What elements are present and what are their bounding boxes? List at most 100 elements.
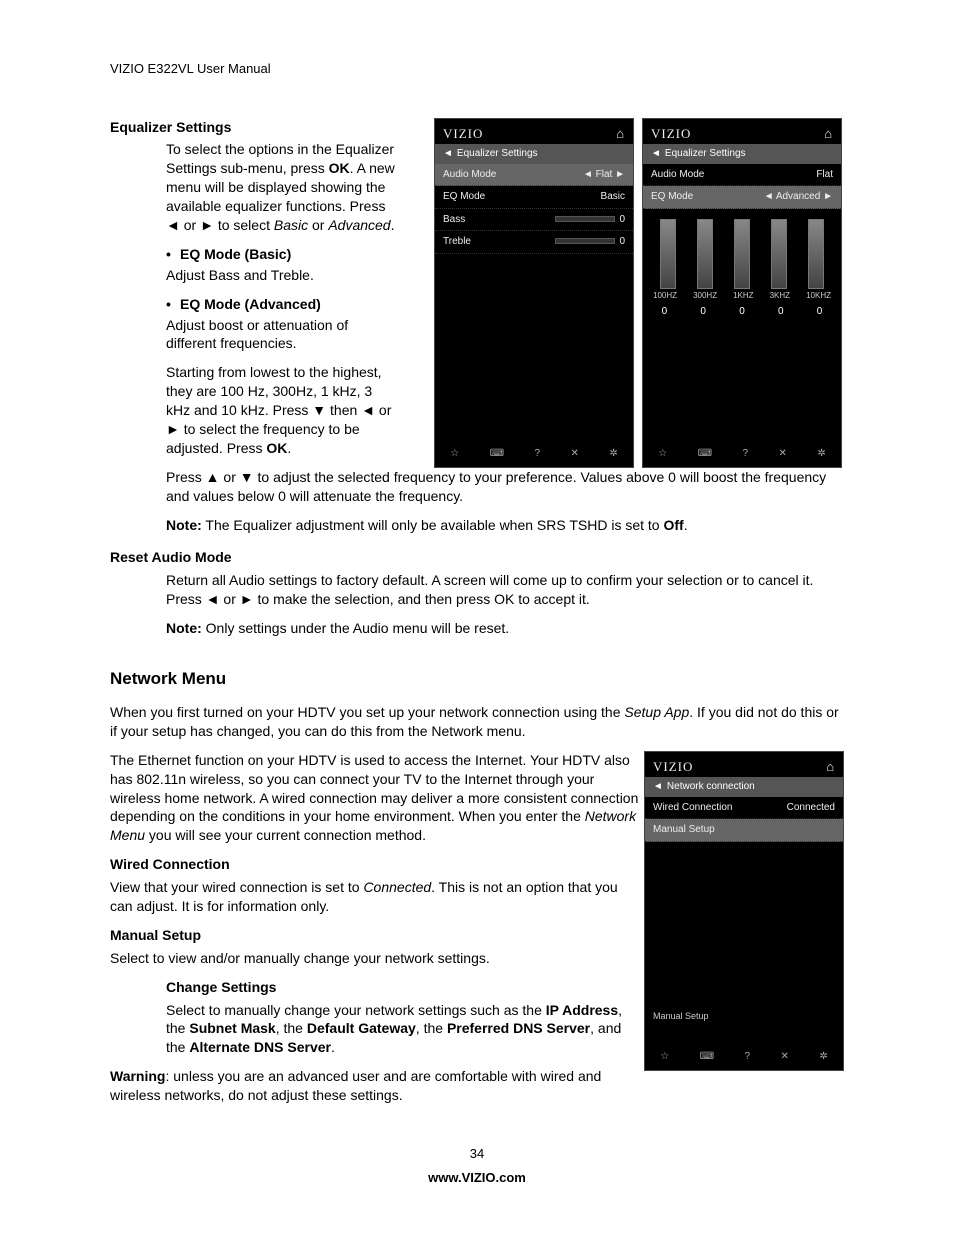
network-menu-heading: Network Menu <box>110 668 844 691</box>
text: you will see your current connection met… <box>145 827 426 843</box>
row-value: Flat <box>596 169 613 180</box>
ok-label: OK <box>329 160 350 176</box>
advanced-label: Advanced <box>328 217 390 233</box>
doc-header: VIZIO E322VL User Manual <box>110 60 844 78</box>
text: When you first turned on your HDTV you s… <box>110 704 624 720</box>
connected-label: Connected <box>363 879 431 895</box>
reset-audio-heading: Reset Audio Mode <box>110 548 844 567</box>
row-label: Treble <box>443 235 471 249</box>
note-label: Note: <box>166 517 202 533</box>
row-label: Audio Mode <box>443 168 496 182</box>
eq-mode-advanced-heading: EQ Mode (Advanced) <box>110 295 400 314</box>
text: . <box>331 1039 335 1055</box>
close-icon: ✕ <box>779 447 787 461</box>
ok-label: OK <box>266 440 287 456</box>
close-icon: ✕ <box>571 447 579 461</box>
reset-text: Return all Audio settings to factory def… <box>110 571 844 609</box>
screenshot-group-equalizer: VIZIO ⌂ ◄ Equalizer Settings Audio Mode ◄ F… <box>434 118 844 468</box>
right-caret-icon: ► <box>615 169 625 180</box>
eq-mode-advanced-text1: Adjust boost or attenuation of different… <box>110 316 400 354</box>
left-caret-icon: ◄ <box>764 191 774 202</box>
row-value: Basic <box>601 190 625 204</box>
close-icon: ✕ <box>781 1050 789 1064</box>
warning-label: Warning <box>110 1068 165 1084</box>
back-icon: ◄ <box>443 147 453 161</box>
text: , the <box>276 1020 307 1036</box>
row-label: Audio Mode <box>651 168 704 182</box>
freq-value: 0 <box>662 305 668 319</box>
home-icon: ⌂ <box>826 758 835 776</box>
eq-wrap-text: Press ▲ or ▼ to adjust the selected freq… <box>110 468 844 506</box>
gear-icon: ✲ <box>819 1050 827 1064</box>
change-settings-heading: Change Settings <box>110 978 640 997</box>
eq-note: Note: The Equalizer adjustment will only… <box>110 516 844 535</box>
row-value: Advanced <box>776 191 820 202</box>
freq-value: 0 <box>778 305 784 319</box>
eq-bar <box>771 219 787 289</box>
note-label: Note: <box>166 620 202 636</box>
text: . <box>684 517 688 533</box>
row-value: Connected <box>787 801 835 815</box>
screenshot-network: VIZIO⌂ ◄Network connection Wired Connect… <box>644 751 844 1071</box>
text: or <box>308 217 328 233</box>
freq-label: 300HZ <box>693 291 717 302</box>
row-value: 0 <box>619 236 625 247</box>
text: . <box>287 440 291 456</box>
submenu-title: Network connection <box>667 780 755 794</box>
help-icon: ? <box>535 447 541 461</box>
gear-icon: ✲ <box>817 447 825 461</box>
text: . <box>391 217 395 233</box>
keyboard-icon: ⌨ <box>490 447 504 461</box>
freq-value: 0 <box>739 305 745 319</box>
site-url: www.VIZIO.com <box>110 1169 844 1187</box>
row-value: Flat <box>816 168 833 182</box>
vizio-logo: VIZIO <box>651 125 691 143</box>
vizio-logo: VIZIO <box>443 125 483 143</box>
default-gateway-label: Default Gateway <box>307 1020 416 1036</box>
row-label: Manual Setup <box>653 823 715 837</box>
text: : unless you are an advanced user and ar… <box>110 1068 601 1103</box>
basic-label: Basic <box>274 217 308 233</box>
eq-mode-basic-text: Adjust Bass and Treble. <box>110 266 400 285</box>
submenu-title: Equalizer Settings <box>665 147 746 161</box>
freq-value: 0 <box>700 305 706 319</box>
freq-label: 3KHZ <box>770 291 790 302</box>
eq-mode-basic-heading: EQ Mode (Basic) <box>110 245 400 264</box>
wired-text: View that your wired connection is set t… <box>110 878 640 916</box>
star-icon: ☆ <box>450 447 459 461</box>
freq-value: 0 <box>817 305 823 319</box>
text: Only settings under the Audio menu will … <box>202 620 509 636</box>
text: Select to manually change your network s… <box>166 1002 546 1018</box>
equalizer-settings-heading: Equalizer Settings <box>110 118 400 137</box>
star-icon: ☆ <box>660 1050 669 1064</box>
manual-setup-heading: Manual Setup <box>110 926 640 945</box>
manual-text: Select to view and/or manually change yo… <box>110 949 640 968</box>
preferred-dns-label: Preferred DNS Server <box>447 1020 590 1036</box>
row-label: EQ Mode <box>651 190 693 204</box>
slider-icon <box>555 238 615 244</box>
manual-setup-footer-label: Manual Setup <box>653 1010 709 1022</box>
help-icon: ? <box>745 1050 751 1064</box>
left-caret-icon: ◄ <box>583 169 593 180</box>
wired-connection-heading: Wired Connection <box>110 855 640 874</box>
page-number: 34 <box>110 1145 844 1163</box>
eq-bar <box>697 219 713 289</box>
eq-bar-group <box>643 209 841 289</box>
keyboard-icon: ⌨ <box>700 1050 714 1064</box>
freq-label: 10KHZ <box>806 291 831 302</box>
home-icon: ⌂ <box>616 125 625 143</box>
text: View that your wired connection is set t… <box>110 879 363 895</box>
network-p1: When you first turned on your HDTV you s… <box>110 703 844 741</box>
screenshot-eq-basic: VIZIO⌂ ◄Equalizer Settings Audio Mode◄ F… <box>434 118 634 468</box>
home-icon: ⌂ <box>824 125 833 143</box>
back-icon: ◄ <box>651 147 661 161</box>
eq-mode-advanced-text2: Starting from lowest to the highest, the… <box>110 363 400 457</box>
change-text: Select to manually change your network s… <box>110 1001 640 1058</box>
equalizer-intro: To select the options in the Equalizer S… <box>110 140 400 234</box>
reset-note: Note: Only settings under the Audio menu… <box>110 619 844 638</box>
ip-address-label: IP Address <box>546 1002 618 1018</box>
row-label: Bass <box>443 213 465 227</box>
gear-icon: ✲ <box>609 447 617 461</box>
right-caret-icon: ► <box>823 191 833 202</box>
row-label: Wired Connection <box>653 801 732 815</box>
